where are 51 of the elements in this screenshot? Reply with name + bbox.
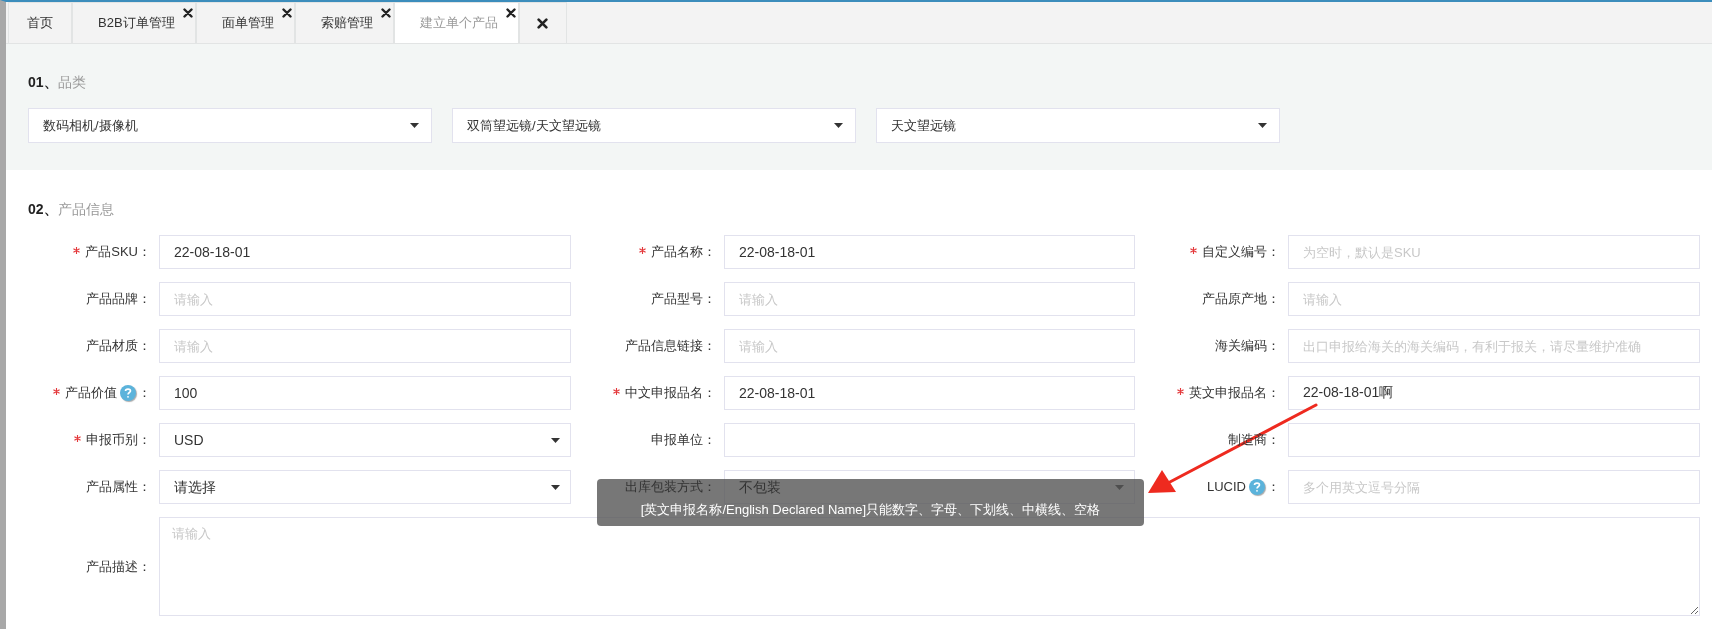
field-label: 产品SKU： — [85, 243, 151, 262]
input-field[interactable]: 22-08-18-01 — [724, 376, 1135, 410]
tab[interactable]: B2B订单管理 — [72, 2, 196, 43]
close-icon[interactable] — [537, 17, 549, 29]
field-label: 产品型号： — [651, 290, 716, 309]
input-field[interactable] — [724, 423, 1135, 457]
field-label: 产品品牌： — [86, 290, 151, 309]
close-icon[interactable] — [380, 8, 391, 18]
caret-icon — [1258, 123, 1267, 128]
tab[interactable]: 面单管理 — [195, 2, 295, 43]
field-label: 中文申报品名： — [625, 384, 716, 403]
field-label: 产品信息链接： — [625, 337, 716, 356]
field-label: 产品属性： — [86, 478, 151, 497]
caret-icon — [410, 123, 419, 128]
label-colon: ： — [1267, 478, 1280, 497]
section-title: 品类 — [57, 73, 86, 92]
section-title: 产品信息 — [57, 200, 114, 219]
input-field[interactable]: 22-08-18-01 — [159, 235, 571, 269]
caret-icon — [551, 437, 560, 443]
close-icon[interactable] — [182, 8, 193, 18]
close-icon[interactable] — [505, 8, 516, 18]
select-field[interactable]: 数码相机/摄像机 — [28, 108, 432, 143]
section-number: 02、 — [28, 200, 58, 219]
select-field[interactable]: 请选择 — [159, 470, 571, 504]
caret-icon — [551, 484, 560, 490]
input-field[interactable] — [1288, 423, 1700, 457]
field-label: 自定义编号： — [1202, 243, 1280, 262]
field-label: 产品材质： — [86, 337, 151, 356]
field-label: 英文申报品名： — [1189, 384, 1280, 403]
input-field[interactable]: 22-08-18-01 — [724, 235, 1135, 269]
field-label: 产品原产地： — [1202, 290, 1280, 309]
close-all-tab[interactable] — [518, 2, 567, 43]
input-field[interactable]: 100 — [159, 376, 571, 410]
field-label: 出库包装方式： — [625, 478, 716, 497]
tab[interactable]: 索赔管理 — [294, 2, 394, 43]
select-field[interactable]: 天文望远镜 — [876, 108, 1280, 143]
field-label: 产品描述： — [86, 557, 151, 576]
field-label: LUCID — [1207, 478, 1246, 497]
close-icon[interactable] — [281, 8, 292, 18]
tab[interactable]: 首页 — [8, 2, 72, 43]
select-field[interactable]: 双筒望远镜/天文望远镜 — [452, 108, 856, 143]
field-label: 产品价值 — [65, 384, 117, 403]
select-field[interactable]: USD — [159, 423, 571, 457]
caret-icon — [834, 123, 843, 128]
input-field[interactable]: 22-08-18-01啊 — [1288, 376, 1700, 410]
field-label: 海关编码： — [1215, 337, 1280, 356]
field-label: 申报单位： — [651, 431, 716, 450]
field-label: 产品名称： — [651, 243, 716, 262]
section-number: 01、 — [28, 73, 58, 92]
field-label: 申报币别： — [86, 431, 151, 450]
label-colon: ： — [138, 384, 151, 403]
